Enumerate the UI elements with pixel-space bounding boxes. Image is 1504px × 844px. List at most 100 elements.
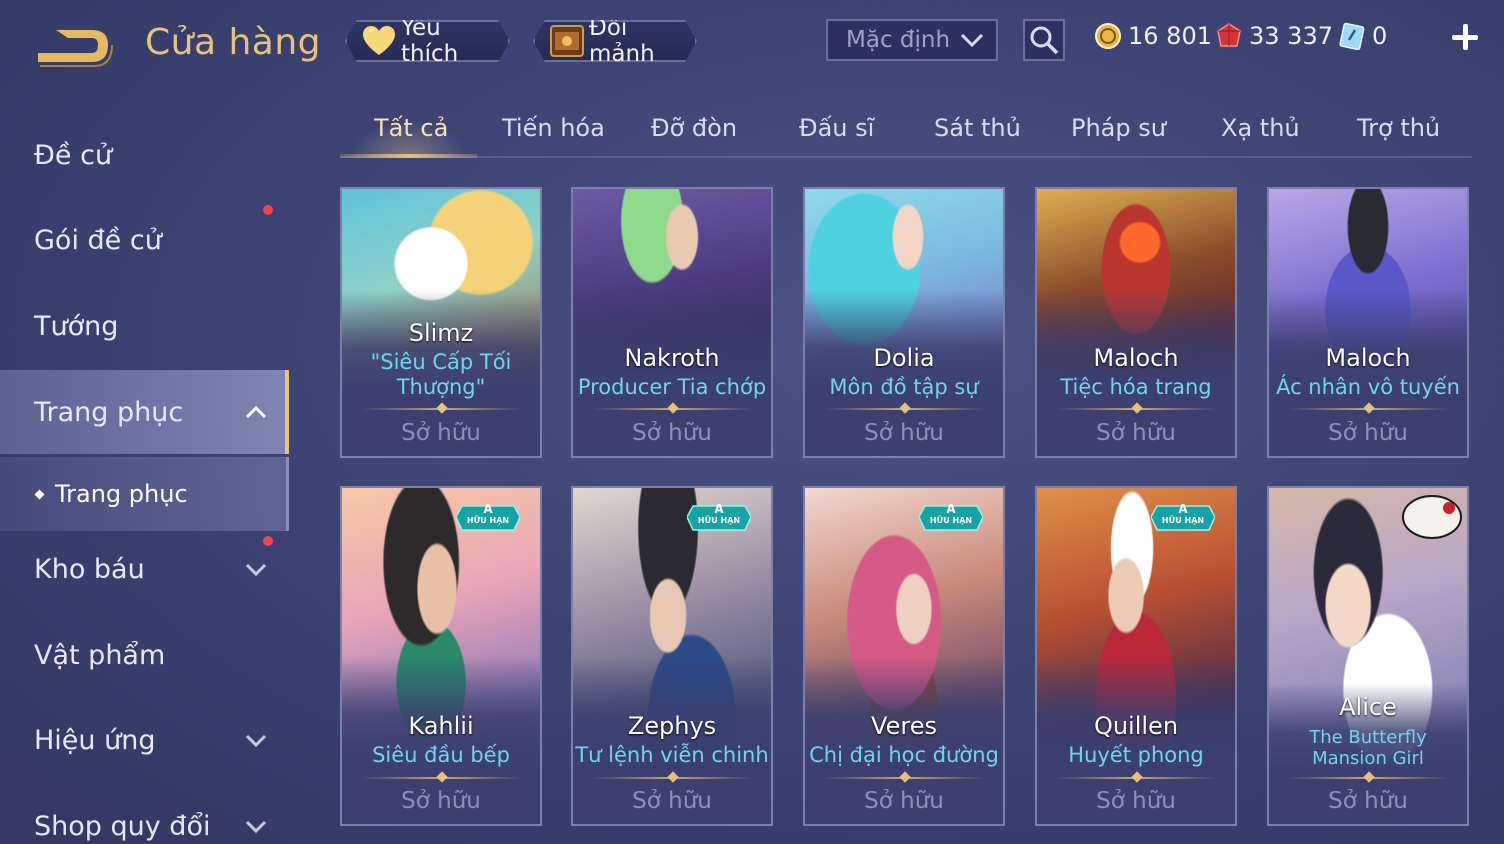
tab-mage[interactable]: Pháp sư <box>1071 114 1166 142</box>
voucher-icon <box>1339 22 1365 50</box>
category-tabs: Tất cả Tiến hóa Đỡ đòn Đấu sĩ Sát thủ Ph… <box>340 100 1472 158</box>
ruby-amount: 33 337 <box>1249 22 1333 50</box>
card-divider <box>1057 777 1217 779</box>
search-button[interactable] <box>1023 19 1065 61</box>
chest-icon <box>549 24 585 58</box>
skin-name: Tư lệnh viễn chinh <box>575 743 769 767</box>
bullet-icon <box>34 489 45 499</box>
tab-support[interactable]: Trợ thủ <box>1357 114 1440 142</box>
chevron-down-icon <box>245 820 267 833</box>
notification-dot <box>263 536 273 546</box>
chevron-down-icon <box>245 563 267 576</box>
sidebar-item-exchange-shop[interactable]: Shop quy đổi <box>0 785 285 844</box>
page-title: Cửa hàng <box>145 22 322 63</box>
voucher-amount: 0 <box>1372 22 1388 50</box>
tab-marksman[interactable]: Xạ thủ <box>1221 114 1300 142</box>
tab-all[interactable]: Tất cả <box>374 114 448 142</box>
chevron-up-icon <box>245 405 267 419</box>
skin-name: Producer Tia chớp <box>577 375 767 399</box>
sort-value: Mặc định <box>846 27 951 53</box>
search-icon <box>1030 26 1059 55</box>
ruby-icon <box>1217 23 1241 47</box>
hero-name: Veres <box>871 712 937 740</box>
limited-badge-text: A HỮU HẠN <box>456 502 520 532</box>
hero-name: Slimz <box>408 319 474 347</box>
favorites-button[interactable]: Yêu thích <box>345 20 510 62</box>
skin-card-zephys[interactable]: A HỮU HẠN Zephys Tư lệnh viễn chinh Sở h… <box>571 486 773 826</box>
card-divider <box>362 408 522 410</box>
sidebar-subitem-skins[interactable]: Trang phục <box>0 457 289 531</box>
hero-name: Maloch <box>1093 344 1179 372</box>
sidebar-item-heroes[interactable]: Tướng <box>0 285 285 367</box>
skin-card-quillen[interactable]: A HỮU HẠN Quillen Huyết phong Sở hữu <box>1035 486 1237 826</box>
favorites-label: Yêu thích <box>401 15 459 67</box>
sidebar-item-label: Kho báu <box>34 553 145 585</box>
sidebar-item-effects[interactable]: Hiệu ứng <box>0 699 285 781</box>
limited-badge-text: A HỮU HẠN <box>919 502 983 532</box>
demon-slayer-logo <box>1402 495 1462 539</box>
sidebar-item-label: Đề cử <box>34 139 113 171</box>
hero-name: Zephys <box>627 712 717 740</box>
heart-icon <box>361 24 397 58</box>
skin-card-dolia[interactable]: Dolia Môn đồ tập sự Sở hữu <box>803 187 1005 458</box>
skin-card-slimz[interactable]: Slimz "Siêu Cấp Tối Thượng" Sở hữu <box>340 187 542 458</box>
sidebar-item-recommended-packs[interactable]: Gói đề cử <box>0 199 285 281</box>
owned-status: Sở hữu <box>401 788 481 814</box>
sort-dropdown[interactable]: Mặc định <box>826 19 998 61</box>
card-divider <box>593 777 753 779</box>
card-divider <box>362 777 522 779</box>
add-currency-button[interactable] <box>1450 22 1480 52</box>
skin-name: Môn đồ tập sự <box>829 375 979 399</box>
gold-amount: 16 801 <box>1128 22 1212 50</box>
chevron-down-icon <box>245 734 267 747</box>
badge-rank: A <box>714 502 724 516</box>
sidebar-item-label: Hiệu ứng <box>34 724 156 756</box>
sidebar-item-label: Trang phục <box>34 396 184 428</box>
sidebar-item-recommended[interactable]: Đề cử <box>0 114 285 196</box>
sidebar-subitem-label: Trang phục <box>55 480 188 508</box>
skin-card-maloch-2[interactable]: Maloch Ác nhân vô tuyến Sở hữu <box>1267 187 1469 458</box>
hero-name: Maloch <box>1325 344 1411 372</box>
owned-status: Sở hữu <box>1096 788 1176 814</box>
sidebar-item-label: Tướng <box>34 310 119 342</box>
sidebar-item-label: Gói đề cử <box>34 224 162 256</box>
skin-name: Ác nhân vô tuyến <box>1276 375 1460 399</box>
sidebar-item-skins[interactable]: Trang phục <box>0 370 289 454</box>
badge-label: HỮU HẠN <box>929 516 973 525</box>
owned-status: Sở hữu <box>632 788 712 814</box>
sidebar-item-label: Shop quy đổi <box>34 810 211 842</box>
hero-name: Nakroth <box>624 344 720 372</box>
skin-name: Tiệc hóa trang <box>1060 375 1212 399</box>
skin-card-alice[interactable]: Alice The Butterfly Mansion Girl Sở hữu <box>1267 486 1469 826</box>
skin-card-nakroth[interactable]: Nakroth Producer Tia chớp Sở hữu <box>571 187 773 458</box>
skin-name: The Butterfly Mansion Girl <box>1309 727 1427 769</box>
tab-evolution[interactable]: Tiến hóa <box>502 114 605 142</box>
owned-status: Sở hữu <box>1328 420 1408 446</box>
skin-card-maloch-1[interactable]: Maloch Tiệc hóa trang Sở hữu <box>1035 187 1237 458</box>
skin-card-kahlii[interactable]: A HỮU HẠN Kahlii Siêu đầu bếp Sở hữu <box>340 486 542 826</box>
card-divider <box>825 408 985 410</box>
badge-rank: A <box>1178 502 1188 516</box>
owned-status: Sở hữu <box>1096 420 1176 446</box>
card-divider <box>825 777 985 779</box>
back-arrow-icon <box>38 30 113 67</box>
sidebar-item-treasure[interactable]: Kho báu <box>0 528 285 610</box>
tab-fighter[interactable]: Đấu sĩ <box>799 114 874 142</box>
ruby-balance: 33 337 <box>1215 22 1333 50</box>
skin-name: Siêu đầu bếp <box>372 743 510 767</box>
gold-balance: 16 801 <box>1094 22 1212 50</box>
tab-active-indicator <box>340 154 477 158</box>
sidebar-item-items[interactable]: Vật phẩm <box>0 614 285 696</box>
skin-card-veres[interactable]: A HỮU HẠN Veres Chị đại học đường Sở hữu <box>803 486 1005 826</box>
back-button[interactable] <box>34 22 114 68</box>
tab-assassin[interactable]: Sát thủ <box>934 114 1021 142</box>
shard-exchange-button[interactable]: Đổi mảnh <box>533 20 697 62</box>
voucher-balance: 0 <box>1338 22 1387 50</box>
hero-name: Alice <box>1339 693 1397 721</box>
sidebar-item-label: Vật phẩm <box>34 639 166 671</box>
hero-name: Quillen <box>1093 712 1179 740</box>
card-divider <box>1057 408 1217 410</box>
badge-rank: A <box>946 502 956 516</box>
tab-tank[interactable]: Đỡ đòn <box>651 114 737 142</box>
badge-rank: A <box>483 502 493 516</box>
